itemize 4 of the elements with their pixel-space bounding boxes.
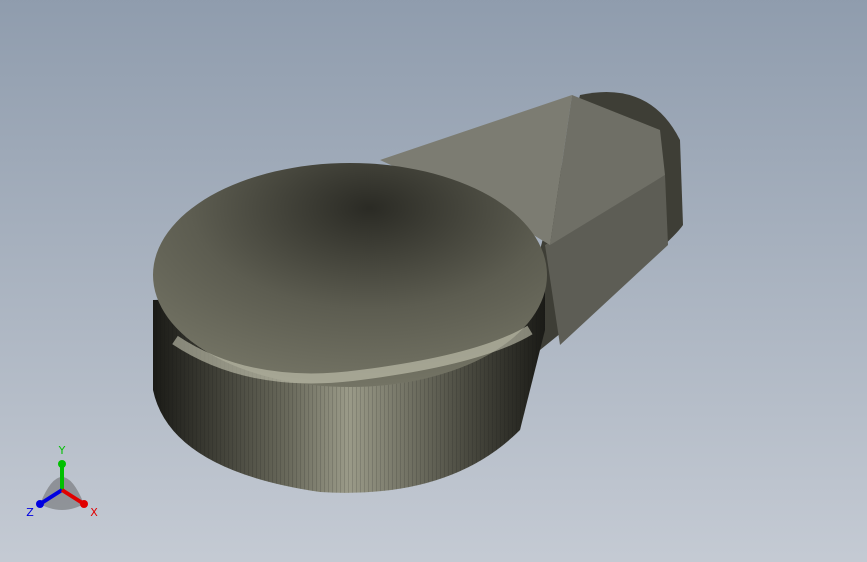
axis-label: Y [58,444,66,457]
axis-label: Z [26,506,34,519]
axis-label: X [90,506,98,519]
triad-cone-icon [40,477,84,510]
